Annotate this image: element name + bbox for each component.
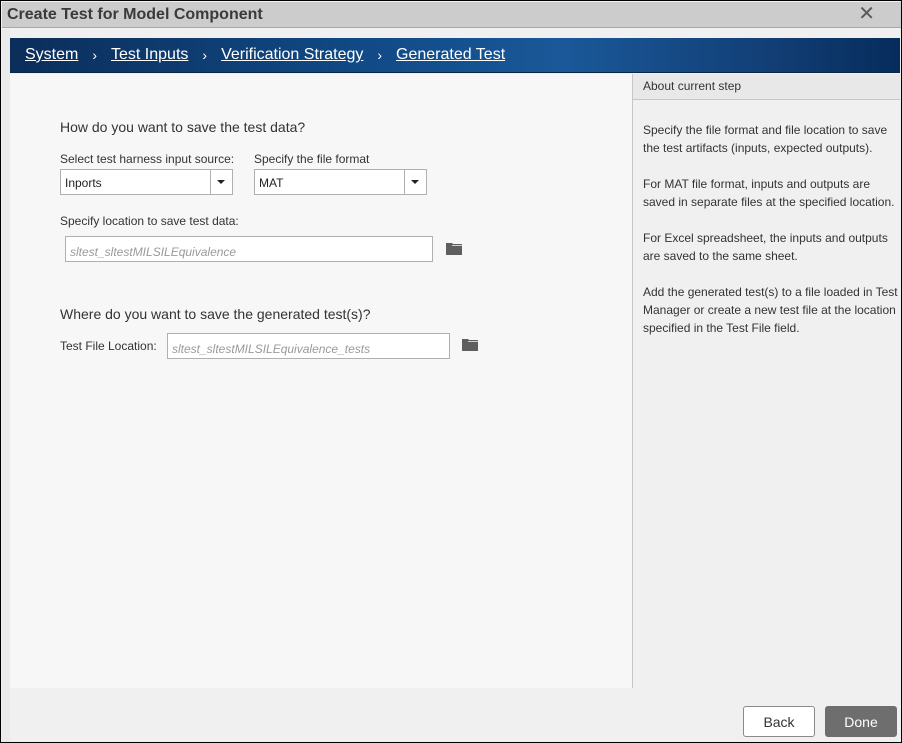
breadcrumb: System › Test Inputs › Verification Stra…: [10, 38, 900, 73]
file-format-select[interactable]: MAT: [254, 169, 427, 195]
file-format-label: Specify the file format: [254, 152, 370, 166]
help-paragraph: For MAT file format, inputs and outputs …: [643, 177, 895, 209]
help-paragraph: For Excel spreadsheet, the inputs and ou…: [643, 231, 888, 263]
help-panel-content: Specify the file format and file locatio…: [633, 100, 900, 337]
test-file-location-label: Test File Location:: [60, 339, 157, 353]
generated-tests-heading: Where do you want to save the generated …: [60, 306, 371, 322]
dialog-window: Create Test for Model Component ✕ System…: [0, 0, 902, 743]
dialog-title: Create Test for Model Component: [7, 6, 263, 23]
main-panel: How do you want to save the test data? S…: [10, 74, 632, 688]
harness-source-value: Inports: [65, 176, 102, 190]
back-button[interactable]: Back: [743, 706, 815, 737]
breadcrumb-separator: ›: [92, 47, 98, 63]
help-paragraph: Add the generated test(s) to a file load…: [643, 285, 898, 335]
chevron-down-icon[interactable]: [210, 170, 232, 194]
chevron-down-icon[interactable]: [404, 170, 426, 194]
help-panel: About current step Specify the file form…: [632, 74, 900, 688]
folder-icon[interactable]: [462, 338, 478, 351]
harness-source-select[interactable]: Inports: [60, 169, 233, 195]
done-button[interactable]: Done: [825, 706, 897, 737]
test-file-location-input[interactable]: [167, 333, 450, 359]
breadcrumb-generated-test[interactable]: Generated Test: [396, 46, 505, 64]
breadcrumb-test-inputs[interactable]: Test Inputs: [111, 46, 188, 64]
help-panel-header: About current step: [633, 74, 900, 100]
breadcrumb-separator: ›: [202, 47, 208, 63]
breadcrumb-separator: ›: [377, 47, 383, 63]
test-data-heading: How do you want to save the test data?: [60, 119, 306, 135]
title-bar: Create Test for Model Component ✕: [2, 2, 901, 28]
file-format-value: MAT: [259, 176, 284, 190]
dialog-footer: Back Done: [10, 688, 900, 742]
test-data-location-label: Specify location to save test data:: [60, 214, 239, 228]
close-icon[interactable]: ✕: [858, 4, 875, 24]
folder-icon[interactable]: [446, 242, 462, 255]
breadcrumb-verification-strategy[interactable]: Verification Strategy: [221, 46, 363, 64]
test-data-location-input[interactable]: [65, 236, 433, 262]
help-paragraph: Specify the file format and file locatio…: [643, 123, 888, 155]
breadcrumb-system[interactable]: System: [25, 46, 78, 64]
harness-source-label: Select test harness input source:: [60, 152, 235, 166]
